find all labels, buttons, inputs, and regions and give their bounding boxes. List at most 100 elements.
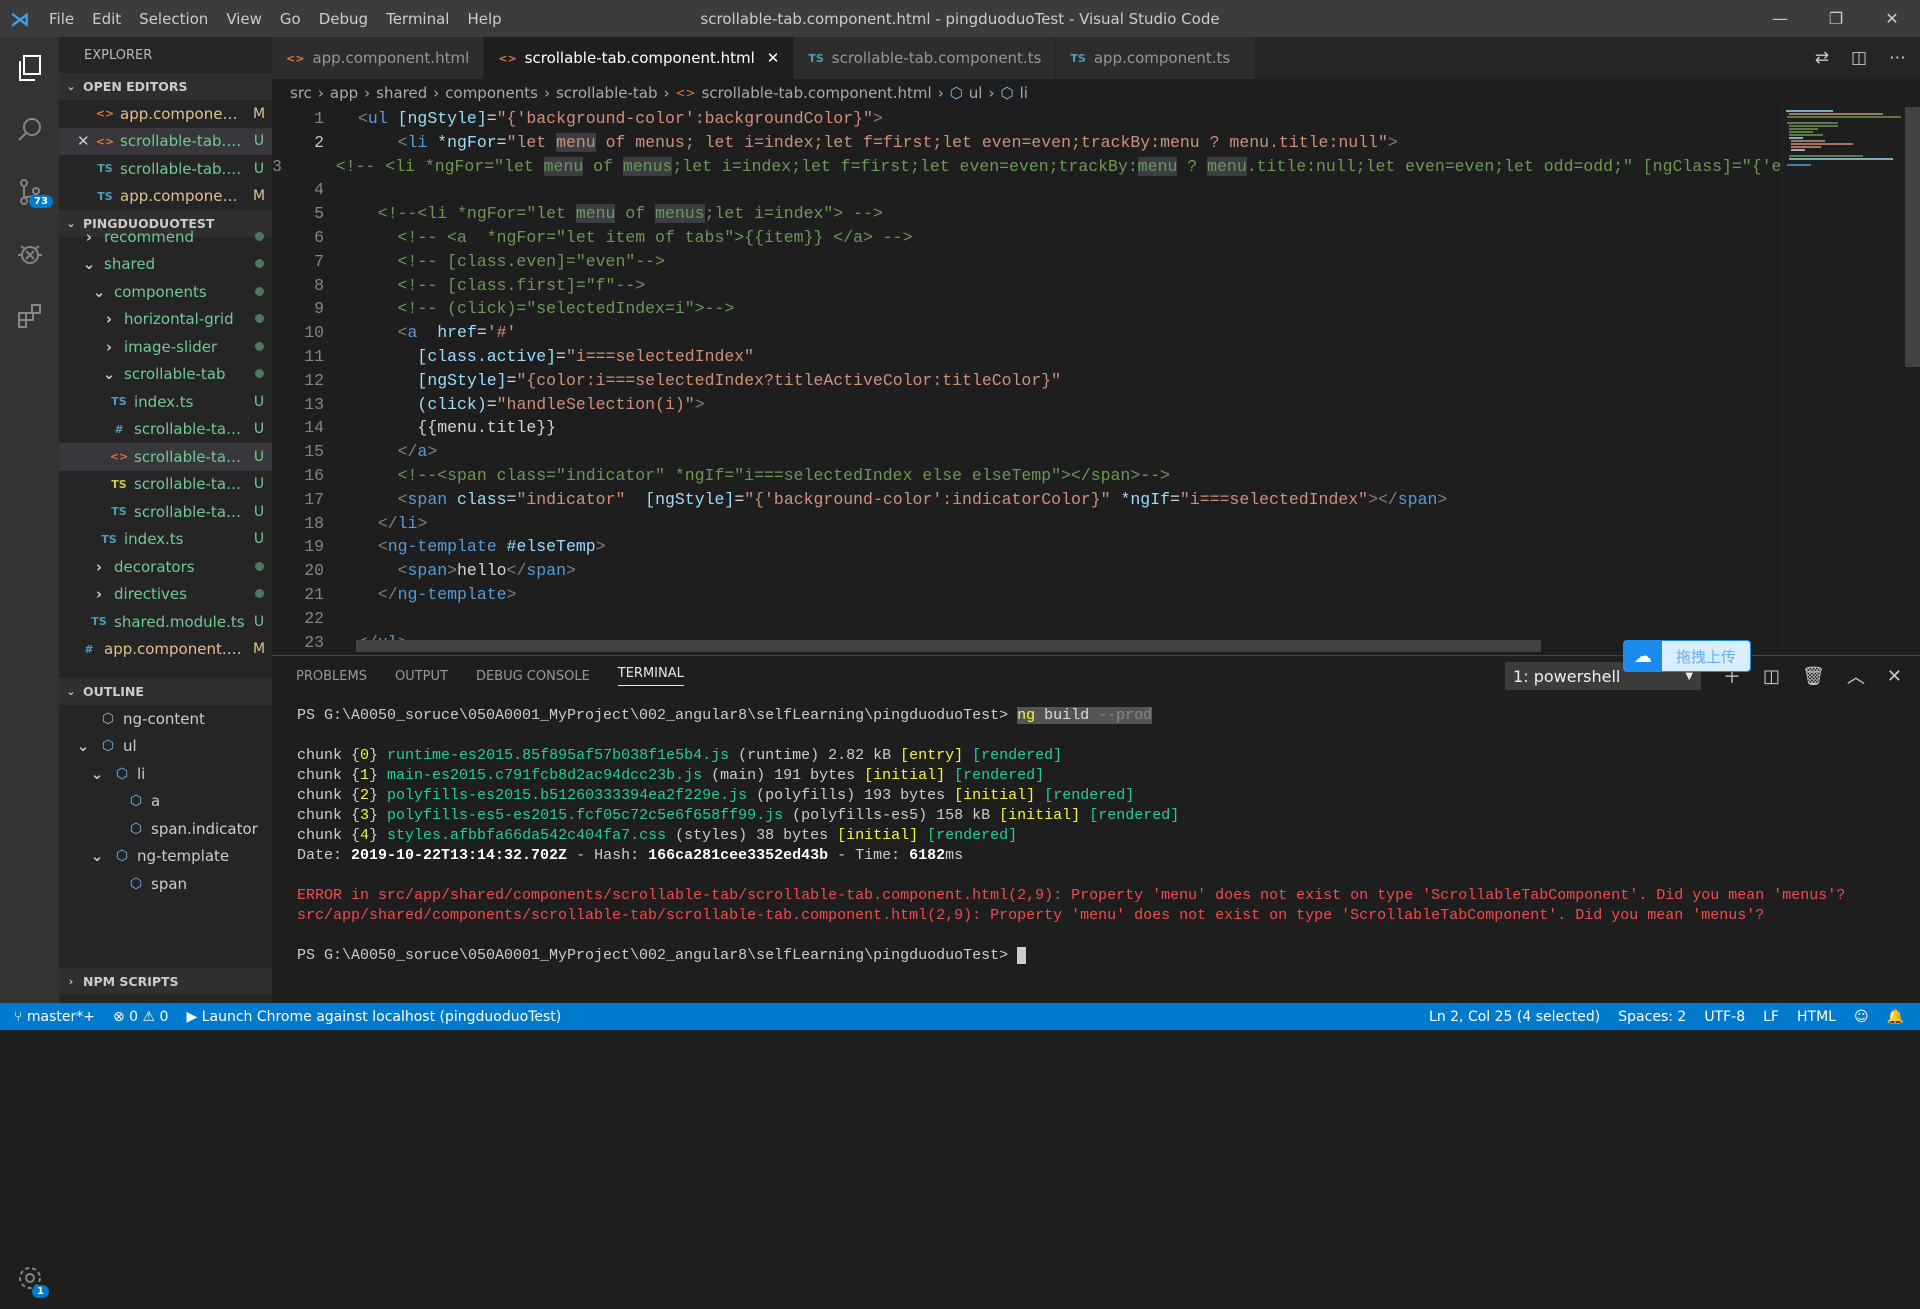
terminal-text: chunk { xyxy=(297,747,361,764)
code-editor[interactable]: 1 <ul [ngStyle]="{'background-color':back… xyxy=(272,107,1782,647)
tree-item[interactable]: TS scrollable-tab.component.ts U xyxy=(59,498,272,526)
vertical-scrollbar[interactable] xyxy=(1905,107,1920,367)
outline-item[interactable]: ⬡ a xyxy=(59,788,272,816)
extensions-icon[interactable] xyxy=(0,285,59,347)
tree-item[interactable]: ⌄ scrollable-tab xyxy=(59,361,272,389)
minimize-icon[interactable]: — xyxy=(1752,0,1808,37)
breadcrumb-item[interactable]: app xyxy=(330,84,358,102)
open-editor-item[interactable]: ✕<> scrollable-tab.component.html U xyxy=(59,127,272,155)
panel-tab-problems[interactable]: PROBLEMS xyxy=(296,669,367,684)
open-changes-icon[interactable]: ⇄ xyxy=(1815,48,1829,68)
menu-item-go[interactable]: Go xyxy=(280,10,301,28)
cursor-position[interactable]: Ln 2, Col 25 (4 selected) xyxy=(1429,1009,1600,1025)
open-editor-item[interactable]: TS scrollable-tab.component.ts U xyxy=(59,155,272,183)
npm-scripts-section[interactable]: › NPM SCRIPTS xyxy=(59,968,272,995)
code-line: 2 <li *ngFor="let menu of menus; let i=i… xyxy=(272,131,1782,155)
outline-item[interactable]: ⌄ ⬡ li xyxy=(59,760,272,788)
upload-widget[interactable]: ☁ 拖拽上传 xyxy=(1623,640,1751,672)
encoding[interactable]: UTF-8 xyxy=(1704,1009,1745,1025)
close-tab-icon[interactable]: ✕ xyxy=(767,49,780,67)
close-icon[interactable]: ✕ xyxy=(77,132,95,150)
problems-status[interactable]: ⊗ 0 ⚠ 0 xyxy=(113,1009,169,1025)
menu-item-debug[interactable]: Debug xyxy=(319,10,368,28)
editor-tab[interactable]: TS app.component.ts xyxy=(1056,37,1257,79)
open-editor-item[interactable]: <> app.component.html M xyxy=(59,100,272,128)
more-actions-icon[interactable]: ⋯ xyxy=(1889,48,1906,68)
tree-item[interactable]: › decorators xyxy=(59,553,272,581)
open-editors-section[interactable]: ⌄ OPEN EDITORS xyxy=(59,73,272,100)
panel-tab-output[interactable]: OUTPUT xyxy=(395,669,448,684)
notifications-icon[interactable]: 🔔 xyxy=(1887,1009,1904,1025)
outline-item[interactable]: ⬡ span xyxy=(59,870,272,898)
outline-item[interactable]: ⌄ ⬡ ul xyxy=(59,733,272,761)
outline-item[interactable]: ⬡ ng-content xyxy=(59,705,272,733)
restore-icon[interactable]: ❐ xyxy=(1808,0,1864,37)
breadcrumb-item[interactable]: scrollable-tab xyxy=(556,84,658,102)
tree-item[interactable]: TS index.ts U xyxy=(59,526,272,554)
outline-label: span.indicator xyxy=(151,819,258,838)
tree-item[interactable]: TS index.ts U xyxy=(59,388,272,416)
close-window-icon[interactable]: ✕ xyxy=(1864,0,1920,37)
line-ending[interactable]: LF xyxy=(1763,1009,1779,1025)
horizontal-scrollbar[interactable] xyxy=(356,640,1541,652)
tree-item[interactable]: ⌄ components xyxy=(59,278,272,306)
breadcrumb-item[interactable]: components xyxy=(445,84,538,102)
outline-item[interactable]: ⬡ span.indicator xyxy=(59,815,272,843)
close-panel-icon[interactable]: ✕ xyxy=(1887,666,1902,687)
menu-item-file[interactable]: File xyxy=(49,10,74,28)
trash-icon[interactable]: 🗑 xyxy=(1802,666,1825,687)
explorer-icon[interactable] xyxy=(0,37,59,99)
split-editor-icon[interactable]: ◫ xyxy=(1851,48,1867,68)
editor-tab[interactable]: TS scrollable-tab.component.ts xyxy=(794,37,1057,79)
breadcrumb-item[interactable]: li xyxy=(1020,84,1028,102)
line-number: 1 xyxy=(314,109,324,128)
settings-icon[interactable]: 1 xyxy=(0,1247,59,1309)
split-terminal-icon[interactable]: ◫ xyxy=(1763,666,1780,687)
language-mode[interactable]: HTML xyxy=(1797,1009,1836,1025)
terminal-output[interactable]: PS G:\A0050_soruce\050A0001_MyProject\00… xyxy=(272,696,1920,966)
editor-tab[interactable]: <> app.component.html xyxy=(272,37,485,79)
search-icon[interactable] xyxy=(0,99,59,161)
source-control-icon[interactable]: 73 xyxy=(0,161,59,223)
tree-item[interactable]: # app.component.css M xyxy=(59,636,272,664)
menu-item-selection[interactable]: Selection xyxy=(139,10,208,28)
tree-item[interactable]: TS shared.module.ts U xyxy=(59,608,272,636)
branch-status[interactable]: ⑂ master*+ xyxy=(14,1009,95,1025)
tree-item[interactable]: ⌄ shared xyxy=(59,251,272,279)
tree-item[interactable]: <> scrollable-tab.component.html U xyxy=(59,443,272,471)
element-icon: ⬡ xyxy=(101,738,115,755)
breadcrumb-item[interactable]: src xyxy=(290,84,312,102)
menu-item-terminal[interactable]: Terminal xyxy=(386,10,449,28)
terminal-text: build xyxy=(1035,707,1099,724)
outline-item[interactable]: ⌄ ⬡ ng-template xyxy=(59,843,272,871)
minimap[interactable] xyxy=(1782,107,1902,647)
breadcrumb-item[interactable]: scrollable-tab.component.html xyxy=(702,84,932,102)
tree-item[interactable]: # scrollable-tab.component.css U xyxy=(59,416,272,444)
terminal-text: (main) 191 bytes xyxy=(702,767,865,784)
launch-status[interactable]: ▶ Launch Chrome against localhost (pingd… xyxy=(186,1009,561,1025)
menu-item-help[interactable]: Help xyxy=(467,10,501,28)
outline-section[interactable]: ⌄ OUTLINE xyxy=(59,678,272,705)
feedback-icon[interactable]: ☺ xyxy=(1854,1009,1869,1025)
chevron-right-icon: › xyxy=(543,84,550,102)
debug-icon[interactable] xyxy=(0,223,59,285)
tree-item[interactable]: › horizontal-grid xyxy=(59,306,272,334)
terminal-text: polyfills-es5-es2015.fcf05c72c5e6f658ff9… xyxy=(387,807,784,824)
breadcrumb-item[interactable]: shared xyxy=(376,84,427,102)
open-editor-item[interactable]: TS app.component.ts M xyxy=(59,183,272,211)
panel-tab-debug-console[interactable]: DEBUG CONSOLE xyxy=(476,669,590,684)
tree-item[interactable]: TS scrollable-tab.component.spec.ts U xyxy=(59,471,272,499)
menu-item-edit[interactable]: Edit xyxy=(92,10,121,28)
tree-item[interactable]: › recommend xyxy=(59,223,272,251)
indentation[interactable]: Spaces: 2 xyxy=(1618,1009,1686,1025)
tree-item[interactable]: › image-slider xyxy=(59,333,272,361)
menu-item-view[interactable]: View xyxy=(226,10,262,28)
maximize-panel-icon[interactable]: ︿ xyxy=(1847,663,1865,689)
editor-tab[interactable]: <> scrollable-tab.component.html ✕ xyxy=(484,37,795,79)
tree-item[interactable]: › directives xyxy=(59,581,272,609)
panel-tab-terminal[interactable]: TERMINAL xyxy=(617,666,684,686)
chevron-down-icon: ⌄ xyxy=(82,255,96,274)
breadcrumb-item[interactable]: ul xyxy=(969,84,983,102)
